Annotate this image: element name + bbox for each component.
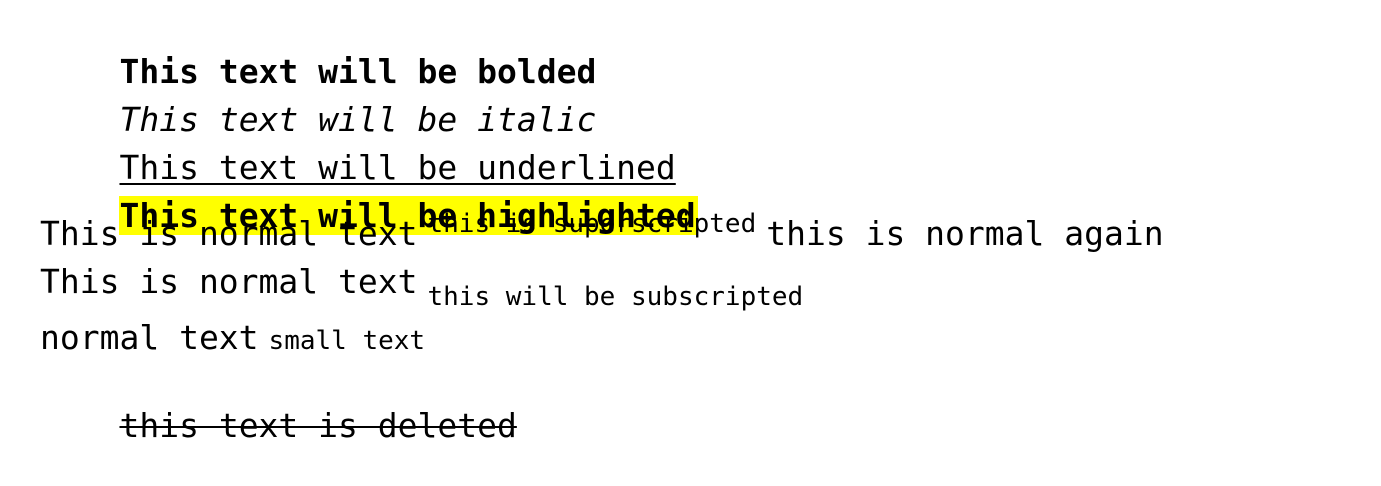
subscript-text-line: This is normal text this will be subscrip… xyxy=(40,262,803,312)
normal-text: normal text xyxy=(40,318,259,357)
small-text-line: normal text small text xyxy=(40,318,425,361)
document-page: { "lines": { "bold": "This text will be … xyxy=(0,0,1381,460)
normal-text-again: this is normal again xyxy=(766,214,1164,253)
superscript-text: this is superscripted xyxy=(427,209,757,239)
deleted-text-line: this text is deleted xyxy=(40,366,517,486)
normal-text: This is normal text xyxy=(40,262,418,301)
subscript-text: this will be subscripted xyxy=(427,282,804,312)
deleted-text: this text is deleted xyxy=(119,406,517,445)
superscript-text-line: This is normal text this is superscripted… xyxy=(40,209,1164,257)
normal-text: This is normal text xyxy=(40,214,418,253)
small-text: small text xyxy=(268,326,426,356)
